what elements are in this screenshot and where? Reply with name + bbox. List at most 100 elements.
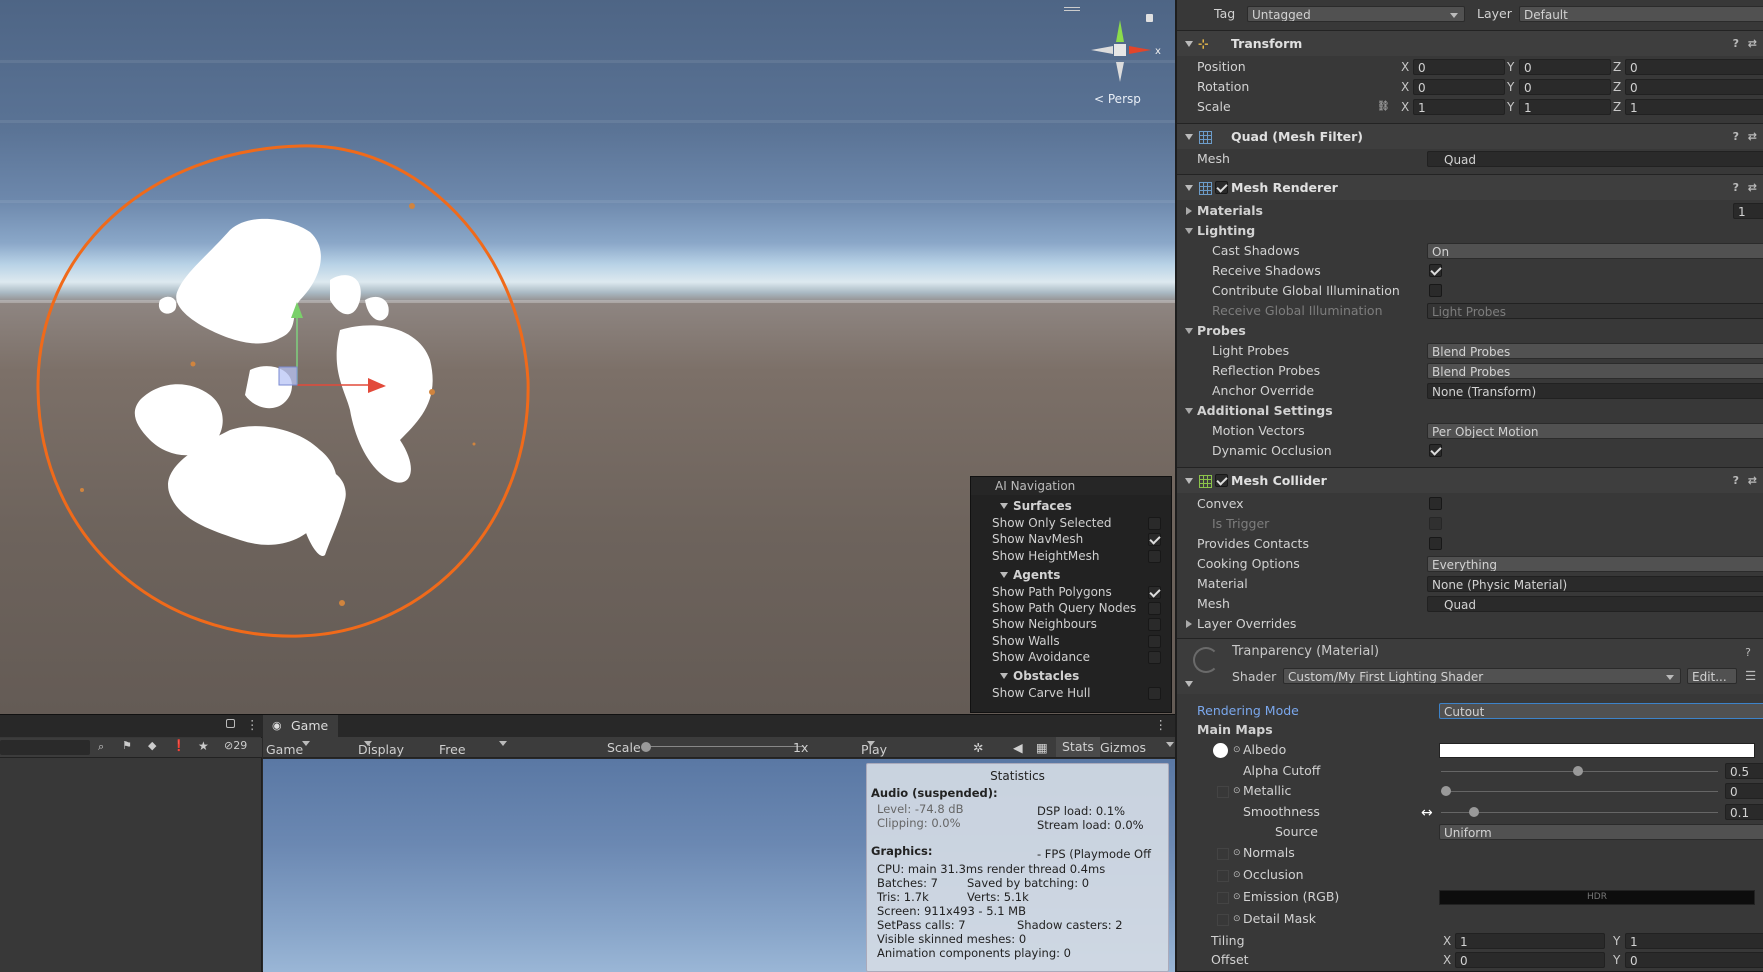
metallic-slider[interactable]	[1441, 791, 1718, 792]
collapse-icon[interactable]	[1185, 681, 1193, 687]
grid-icon[interactable]: ▦	[1036, 739, 1048, 756]
tab-game[interactable]: ◉ Game	[263, 715, 339, 737]
warning-icon[interactable]: ❗	[172, 739, 186, 752]
layer-overrides-row[interactable]: Layer Overrides	[1177, 614, 1763, 634]
collider-mesh-field[interactable]: Quad	[1427, 596, 1763, 612]
position-z-field[interactable]: 0	[1625, 59, 1763, 75]
alpha-cutoff-field[interactable]: 0.5	[1725, 763, 1763, 779]
ai-nav-option-checkbox[interactable]	[1148, 585, 1161, 599]
constrain-proportions-icon[interactable]: ⛓	[1377, 97, 1390, 117]
albedo-texture-slot[interactable]	[1213, 743, 1228, 758]
list-menu-icon[interactable]: ☰	[1745, 668, 1756, 683]
settings-icon[interactable]: ⇄	[1748, 31, 1757, 57]
lock-icon[interactable]	[1146, 14, 1153, 22]
ai-nav-option-checkbox[interactable]	[1148, 517, 1161, 530]
tiling-y-field[interactable]: 1	[1625, 933, 1763, 949]
position-x-field[interactable]: 0	[1413, 59, 1505, 75]
offset-y-field[interactable]: 0	[1625, 952, 1763, 968]
ai-nav-option[interactable]: Show HeightMesh	[971, 548, 1171, 564]
mute-audio-icon[interactable]: ◀	[1013, 739, 1023, 756]
edit-shader-button[interactable]: Edit...	[1687, 668, 1737, 684]
emission-texture-slot[interactable]	[1217, 892, 1229, 904]
rotation-x-field[interactable]: 0	[1413, 79, 1505, 95]
settings-icon[interactable]: ⇄	[1748, 124, 1757, 150]
scale-slider-thumb[interactable]	[641, 742, 651, 752]
materials-row[interactable]: Materials 1	[1177, 201, 1763, 221]
emission-color-field[interactable]: HDR	[1439, 890, 1755, 905]
ai-nav-section-obstacles[interactable]: Obstacles	[991, 667, 1175, 685]
scale-slider[interactable]	[643, 746, 803, 747]
gizmos-chevron-icon[interactable]	[1166, 742, 1174, 747]
smoothness-field[interactable]: 0.1	[1725, 804, 1763, 820]
help-icon[interactable]: ?	[1733, 124, 1739, 150]
physic-material-field[interactable]: None (Physic Material)	[1427, 576, 1763, 592]
ai-nav-section-surfaces[interactable]: Surfaces	[991, 497, 1175, 515]
scale-y-field[interactable]: 1	[1519, 99, 1611, 115]
material-header[interactable]: Tranparency (Material) ? Shader Custom/M…	[1177, 638, 1763, 694]
filter-icon[interactable]: ⚑	[122, 739, 132, 752]
normals-texture-slot[interactable]	[1217, 848, 1229, 860]
reflection-probes-dropdown[interactable]: Blend Probes	[1427, 363, 1763, 379]
ai-nav-option-checkbox[interactable]	[1148, 602, 1161, 616]
light-probes-dropdown[interactable]: Blend Probes	[1427, 343, 1763, 359]
lock-icon[interactable]	[226, 719, 235, 728]
transform-header[interactable]: ⊹ Transform ? ⇄	[1177, 30, 1763, 56]
rotation-z-field[interactable]: 0	[1625, 79, 1763, 95]
dynamic-occlusion-checkbox[interactable]	[1429, 444, 1442, 457]
ai-nav-option-checkbox[interactable]	[1148, 634, 1161, 648]
additional-settings-row[interactable]: Additional Settings	[1177, 401, 1763, 421]
provides-contacts-checkbox[interactable]	[1429, 537, 1442, 550]
ai-nav-option[interactable]: Show Avoidance	[971, 649, 1171, 665]
persp-label[interactable]: < Persp	[1094, 92, 1141, 106]
help-icon[interactable]: ?	[1733, 468, 1739, 494]
occlusion-texture-slot[interactable]	[1217, 870, 1229, 882]
cooking-options-dropdown[interactable]: Everything	[1427, 556, 1763, 572]
help-icon[interactable]: ?	[1733, 175, 1739, 201]
rotation-y-field[interactable]: 0	[1519, 79, 1611, 95]
settings-icon[interactable]: ⇄	[1748, 468, 1757, 494]
smoothness-thumb[interactable]	[1469, 807, 1479, 817]
probes-row[interactable]: Probes	[1177, 321, 1763, 341]
motion-vectors-dropdown[interactable]: Per Object Motion	[1427, 423, 1763, 439]
convex-checkbox[interactable]	[1429, 497, 1442, 510]
ai-nav-option-checkbox[interactable]	[1148, 651, 1161, 665]
stats-button[interactable]: Stats	[1056, 737, 1100, 757]
offset-x-field[interactable]: 0	[1455, 952, 1605, 968]
ai-nav-option[interactable]: Show Walls	[971, 633, 1171, 649]
gizmos-button[interactable]: Gizmos	[1100, 739, 1146, 756]
alpha-cutoff-thumb[interactable]	[1573, 766, 1583, 776]
scale-x-field[interactable]: 1	[1413, 99, 1505, 115]
help-icon[interactable]: ?	[1745, 646, 1751, 659]
menu-icon[interactable]	[1064, 7, 1080, 11]
source-dropdown[interactable]: Uniform	[1439, 824, 1763, 840]
ai-nav-section-agents[interactable]: Agents	[991, 566, 1175, 584]
ai-nav-option-checkbox[interactable]	[1148, 549, 1161, 563]
anchor-override-field[interactable]: None (Transform)	[1427, 383, 1763, 399]
scale-z-field[interactable]: 1	[1625, 99, 1763, 115]
help-icon[interactable]: ?	[1733, 31, 1739, 57]
tag-dropdown[interactable]: Untagged	[1247, 6, 1465, 22]
mesh-collider-header[interactable]: Mesh Collider ? ⇄	[1177, 467, 1763, 493]
smoothness-slider[interactable]	[1441, 812, 1718, 813]
more-menu-icon[interactable]: ⋮	[1155, 717, 1168, 732]
tiling-x-field[interactable]: 1	[1455, 933, 1605, 949]
ai-nav-option-checkbox[interactable]	[1148, 533, 1161, 547]
rendering-mode-dropdown[interactable]: Cutout	[1439, 703, 1763, 719]
tag-icon[interactable]: ◆	[148, 739, 156, 752]
contribute-gi-checkbox[interactable]	[1429, 284, 1442, 297]
ai-nav-option-checkbox[interactable]	[1148, 618, 1161, 632]
scene-search-icon[interactable]: ⌕	[98, 740, 104, 754]
ai-nav-option[interactable]: Show Neighbours	[971, 616, 1171, 632]
ai-nav-option-checkbox[interactable]	[1148, 687, 1161, 701]
materials-count-field[interactable]: 1	[1733, 203, 1763, 219]
mesh-renderer-header[interactable]: Mesh Renderer ? ⇄	[1177, 174, 1763, 200]
ai-nav-option[interactable]: Show Path Polygons	[971, 584, 1171, 600]
bug-icon[interactable]: ✲	[973, 739, 983, 756]
mesh-collider-enabled-checkbox[interactable]	[1215, 474, 1228, 487]
metallic-thumb[interactable]	[1441, 786, 1451, 796]
cast-shadows-dropdown[interactable]: On	[1427, 243, 1763, 259]
receive-shadows-checkbox[interactable]	[1429, 264, 1442, 277]
shader-dropdown[interactable]: Custom/My First Lighting Shader	[1283, 668, 1681, 684]
more-menu-icon[interactable]: ⋮	[246, 717, 259, 732]
layer-dropdown[interactable]: Default	[1519, 6, 1763, 22]
